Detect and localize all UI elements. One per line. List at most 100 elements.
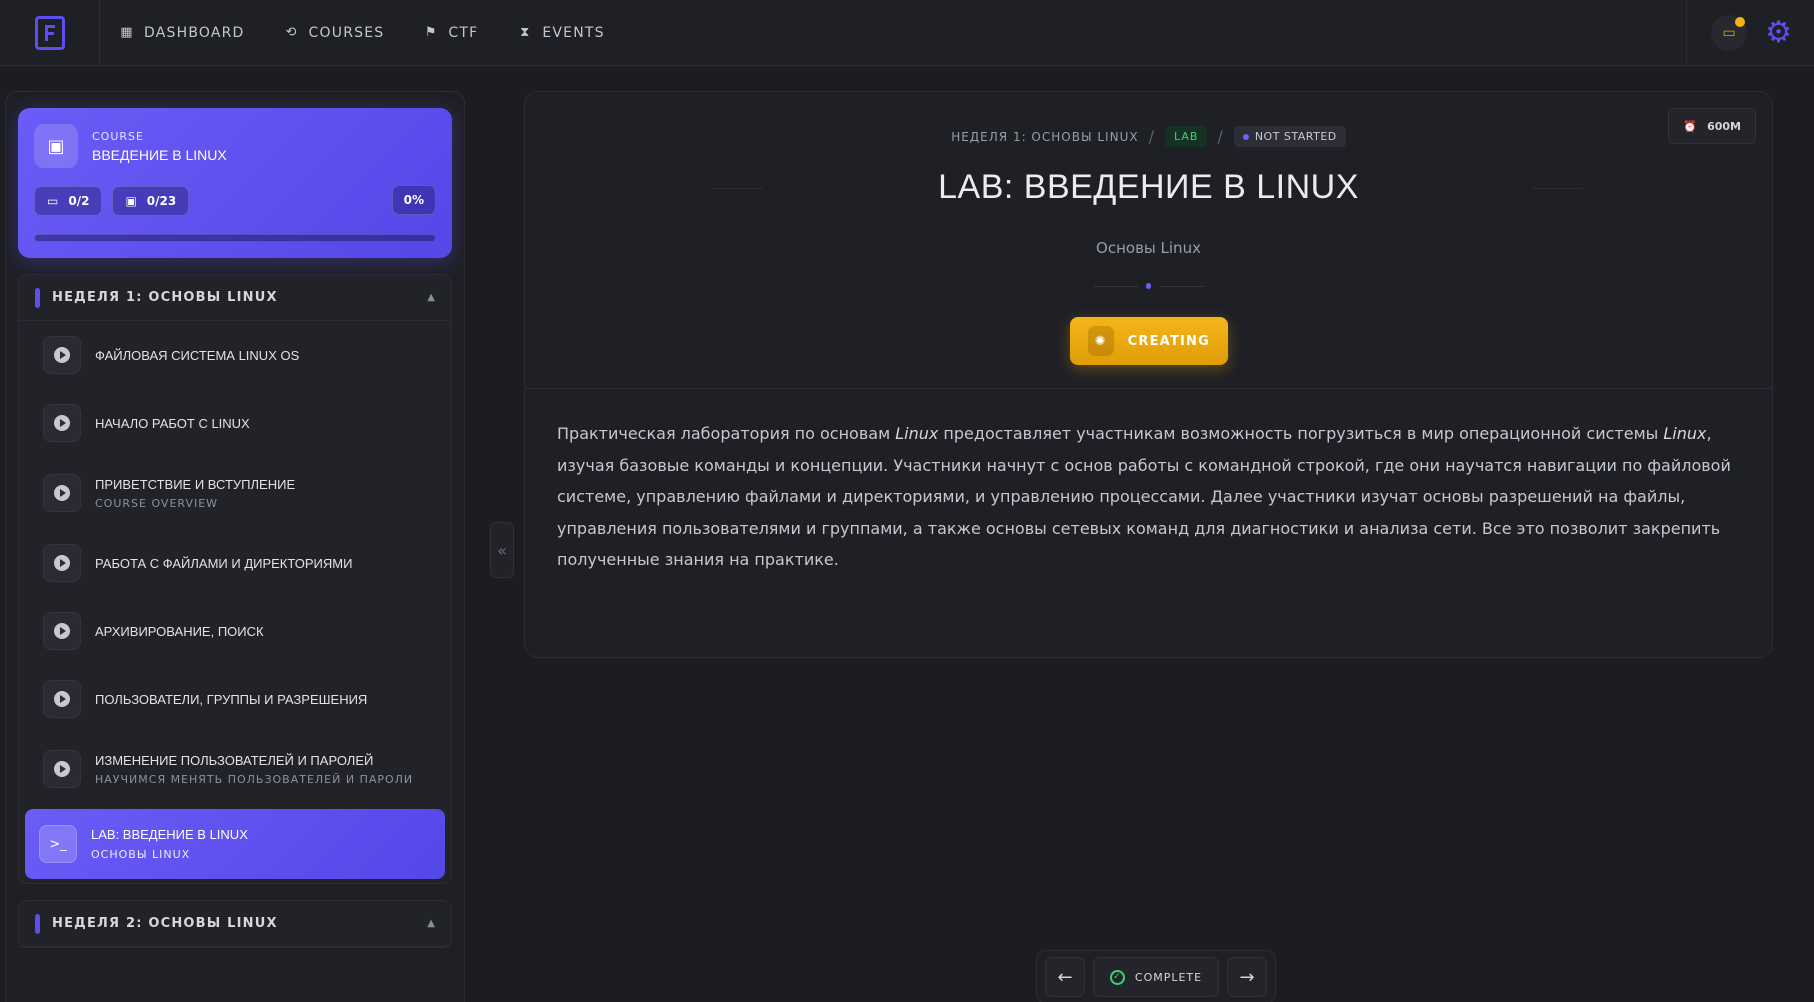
lesson-subtitle: COURSE OVERVIEW [95, 496, 219, 510]
lab-description: Практическая лаборатория по основам Linu… [557, 418, 1740, 576]
logo[interactable] [0, 0, 100, 66]
complete-label: COMPLETE [1134, 970, 1203, 984]
section-week-1-header[interactable]: НЕДЕЛЯ 1: ОСНОВЫ LINUX ▲ [19, 275, 451, 321]
arrow-left-icon: ← [1057, 966, 1073, 988]
lesson-item[interactable]: РАБОТА С ФАЙЛАМИ И ДИРЕКТОРИЯМИ [19, 529, 451, 597]
nav-ctf-label: CTF [448, 24, 479, 41]
lab-tag: LAB [1164, 126, 1208, 147]
logo-icon [34, 15, 65, 50]
lesson-item[interactable]: ПОЛЬЗОВАТЕЛИ, ГРУППЫ И РАЗРЕШЕНИЯ [19, 665, 451, 733]
lesson-subtitle: ОСНОВЫ LINUX [91, 848, 191, 861]
arrow-right-icon: → [1239, 966, 1255, 988]
course-percent: 0% [391, 185, 436, 215]
page-title: LAB: ВВЕДЕНИЕ В LINUX [938, 168, 1359, 206]
play-icon [43, 544, 81, 582]
labs-count: 0/2 [68, 194, 90, 208]
course-card[interactable]: ▣ COURSE ВВЕДЕНИЕ В LINUX ▭ 0/2 ▣ 0/23 0… [18, 108, 452, 258]
top-bar: ▦ DASHBOARD ⟲ COURSES ⚑ CTF ⧗ EVENTS ▭ ⚙ [0, 0, 1814, 66]
lesson-item[interactable]: НАЧАЛО РАБОТ С LINUX [19, 389, 451, 457]
play-icon [43, 750, 81, 788]
divider [525, 388, 1772, 389]
creating-button[interactable]: ✺ CREATING [1070, 317, 1228, 365]
title-divider [1094, 283, 1204, 289]
course-sidebar: ▣ COURSE ВВЕДЕНИЕ В LINUX ▭ 0/2 ▣ 0/23 0… [5, 91, 465, 1002]
lesson-item[interactable]: АРХИВИРОВАНИЕ, ПОИСК [19, 597, 451, 665]
section-week-2: НЕДЕЛЯ 2: ОСНОВЫ LINUX ▲ [18, 900, 452, 948]
lesson-title: LAB: ВВЕДЕНИЕ В LINUX [91, 827, 248, 842]
settings-gear-icon[interactable]: ⚙ [1765, 18, 1792, 48]
breadcrumb-separator: / [1217, 127, 1224, 146]
chevron-up-icon[interactable]: ▲ [427, 918, 435, 929]
lesson-item[interactable]: ФАЙЛОВАЯ СИСТЕМА LINUX OS [19, 321, 451, 389]
nav-dashboard-label: DASHBOARD [144, 24, 245, 41]
play-icon [43, 404, 81, 442]
section-title: НЕДЕЛЯ 2: ОСНОВЫ LINUX [52, 916, 278, 931]
section-week-2-header[interactable]: НЕДЕЛЯ 2: ОСНОВЫ LINUX ▲ [19, 901, 451, 947]
status-dot [1242, 133, 1249, 140]
top-right-actions: ▭ ⚙ [1686, 0, 1814, 66]
course-progress-bar [34, 234, 436, 242]
lesson-item[interactable]: ПРИВЕТСТВИЕ И ВСТУПЛЕНИЕ COURSE OVERVIEW [19, 457, 451, 529]
history-icon: ⟲ [285, 25, 298, 40]
laptop-icon: ▭ [47, 194, 59, 208]
nav-dashboard[interactable]: ▦ DASHBOARD [100, 0, 265, 66]
breadcrumb: НЕДЕЛЯ 1: ОСНОВЫ LINUX / LAB / NOT START… [525, 126, 1772, 147]
next-button[interactable]: → [1227, 957, 1267, 997]
lesson-title: АРХИВИРОВАНИЕ, ПОИСК [95, 623, 264, 639]
course-title: ВВЕДЕНИЕ В LINUX [92, 146, 227, 163]
breadcrumb-week[interactable]: НЕДЕЛЯ 1: ОСНОВЫ LINUX [951, 130, 1138, 144]
collapse-sidebar-button[interactable]: « [490, 522, 514, 578]
lesson-title: ФАЙЛОВАЯ СИСТЕМА LINUX OS [95, 347, 300, 363]
breadcrumb-separator: / [1148, 127, 1155, 146]
course-eyebrow: COURSE [92, 129, 144, 143]
book-icon: ▣ [34, 124, 78, 168]
lesson-title: РАБОТА С ФАЙЛАМИ И ДИРЕКТОРИЯМИ [95, 555, 353, 571]
prev-button[interactable]: ← [1045, 957, 1085, 997]
play-icon [43, 336, 81, 374]
notification-dot [1735, 17, 1746, 27]
alarm-clock-icon: ⏰ [1683, 119, 1698, 133]
flag-icon: ⚑ [424, 25, 438, 40]
complete-button[interactable]: ✓ COMPLETE [1093, 957, 1219, 997]
nav-events[interactable]: ⧗ EVENTS [498, 0, 624, 66]
lesson-item-active[interactable]: >_ LAB: ВВЕДЕНИЕ В LINUX ОСНОВЫ LINUX [25, 809, 445, 879]
terminal-icon: >_ [39, 825, 77, 863]
status-badge: NOT STARTED [1233, 126, 1346, 147]
main-nav: ▦ DASHBOARD ⟲ COURSES ⚑ CTF ⧗ EVENTS [100, 0, 625, 66]
nav-courses[interactable]: ⟲ COURSES [265, 0, 405, 66]
chevron-up-icon[interactable]: ▲ [427, 292, 435, 303]
desc-part: Практическая лаборатория по основам [557, 424, 896, 443]
desc-part: предоставляет участникам возможность пог… [938, 424, 1664, 443]
book-icon: ▣ [125, 194, 137, 208]
status-text: NOT STARTED [1254, 130, 1337, 143]
notifications-button[interactable]: ▭ [1711, 15, 1748, 51]
lesson-title: ПОЛЬЗОВАТЕЛИ, ГРУППЫ И РАЗРЕШЕНИЯ [95, 691, 368, 707]
nav-courses-label: COURSES [308, 24, 385, 41]
lessons-count-chip: ▣ 0/23 [112, 186, 190, 216]
lesson-item[interactable]: ИЗМЕНЕНИЕ ПОЛЬЗОВАТЕЛЕЙ И ПАРОЛЕЙ НАУЧИМ… [19, 733, 451, 805]
labs-count-chip: ▭ 0/2 [34, 186, 103, 216]
section-accent-bar [35, 913, 40, 934]
spinner-icon: ✺ [1088, 326, 1114, 356]
desc-part: , изучая базовые команды и концепции. Уч… [557, 424, 1731, 569]
laptop-icon: ▭ [1722, 25, 1736, 41]
timer-badge: ⏰ 600M [1668, 108, 1756, 144]
nav-events-label: EVENTS [542, 24, 605, 41]
lesson-title: ПРИВЕТСТВИЕ И ВСТУПЛЕНИЕ [95, 476, 296, 492]
hourglass-icon: ⧗ [520, 25, 531, 40]
nav-ctf[interactable]: ⚑ CTF [404, 0, 498, 66]
desc-linux: Linux [1663, 424, 1707, 443]
timer-value: 600M [1707, 119, 1741, 133]
desc-linux: Linux [895, 424, 939, 443]
double-chevron-left-icon: « [497, 540, 507, 560]
lesson-title: НАЧАЛО РАБОТ С LINUX [95, 415, 250, 431]
lesson-subtitle: НАУЧИМСЯ МЕНЯТЬ ПОЛЬЗОВАТЕЛЕЙ И ПАРОЛИ [95, 772, 414, 786]
grid-icon: ▦ [120, 25, 134, 40]
lessons-count: 0/23 [146, 194, 177, 208]
lesson-pager: ← ✓ COMPLETE → [1036, 950, 1276, 1002]
play-icon [43, 680, 81, 718]
play-icon [43, 474, 81, 512]
lesson-title: ИЗМЕНЕНИЕ ПОЛЬЗОВАТЕЛЕЙ И ПАРОЛЕЙ [95, 752, 374, 768]
lab-card: НЕДЕЛЯ 1: ОСНОВЫ LINUX / LAB / NOT START… [524, 91, 1773, 658]
section-title: НЕДЕЛЯ 1: ОСНОВЫ LINUX [52, 290, 278, 305]
